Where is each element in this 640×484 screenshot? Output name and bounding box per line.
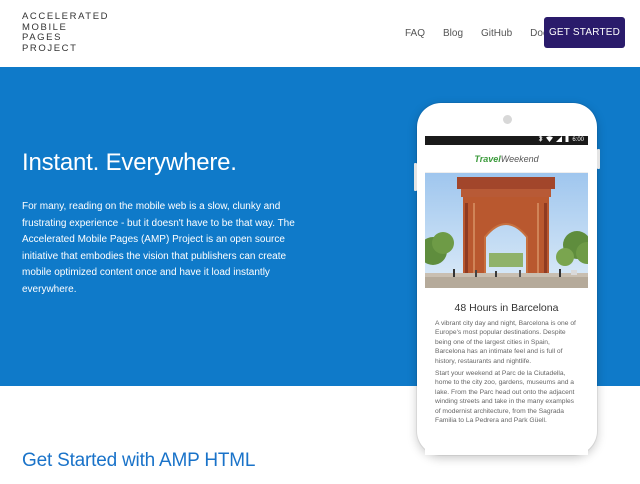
hero-title: Instant. Everywhere. — [22, 149, 237, 176]
phone-screen: 6:00 TravelWeekend 48 Hours in Barcelona… — [425, 136, 588, 455]
article-paragraph-1: A vibrant city day and night, Barcelona … — [435, 320, 576, 365]
signal-icon — [556, 136, 563, 146]
hero-description: For many, reading on the mobile web is a… — [22, 201, 295, 295]
brand-part-travel: Travel — [474, 154, 501, 164]
wifi-icon — [546, 136, 554, 146]
site-header: ACCELERATED MOBILE PAGES PROJECT FAQ Blo… — [0, 0, 640, 66]
phone-power-button — [597, 149, 600, 169]
nav-link-blog[interactable]: Blog — [443, 28, 463, 39]
status-bar: 6:00 — [425, 136, 588, 145]
brand-part-weekend: Weekend — [500, 154, 539, 164]
logo-line: PROJECT — [22, 42, 78, 54]
bluetooth-icon — [538, 136, 543, 146]
phone-mockup: 6:00 TravelWeekend 48 Hours in Barcelona… — [414, 103, 600, 455]
status-time: 6:00 — [572, 137, 584, 143]
amp-logo[interactable]: ACCELERATED MOBILE PAGES PROJECT — [22, 11, 110, 54]
section-title: Get Started with AMP HTML — [22, 450, 256, 471]
nav-link-github[interactable]: GitHub — [481, 28, 512, 39]
battery-icon — [565, 136, 569, 146]
travel-weekend-logo[interactable]: TravelWeekend — [425, 147, 588, 173]
phone-speaker — [503, 115, 512, 124]
article-title: 48 Hours in Barcelona — [454, 302, 559, 314]
logo-line: ACCELERATED — [22, 11, 110, 22]
phone-volume-button — [414, 163, 417, 191]
nav-link-faq[interactable]: FAQ — [405, 28, 425, 39]
article-paragraph-2: Start your weekend at Parc de la Ciutade… — [435, 370, 575, 425]
get-started-button[interactable]: GET STARTED — [544, 17, 625, 48]
arc-de-triomf-image — [425, 173, 588, 288]
